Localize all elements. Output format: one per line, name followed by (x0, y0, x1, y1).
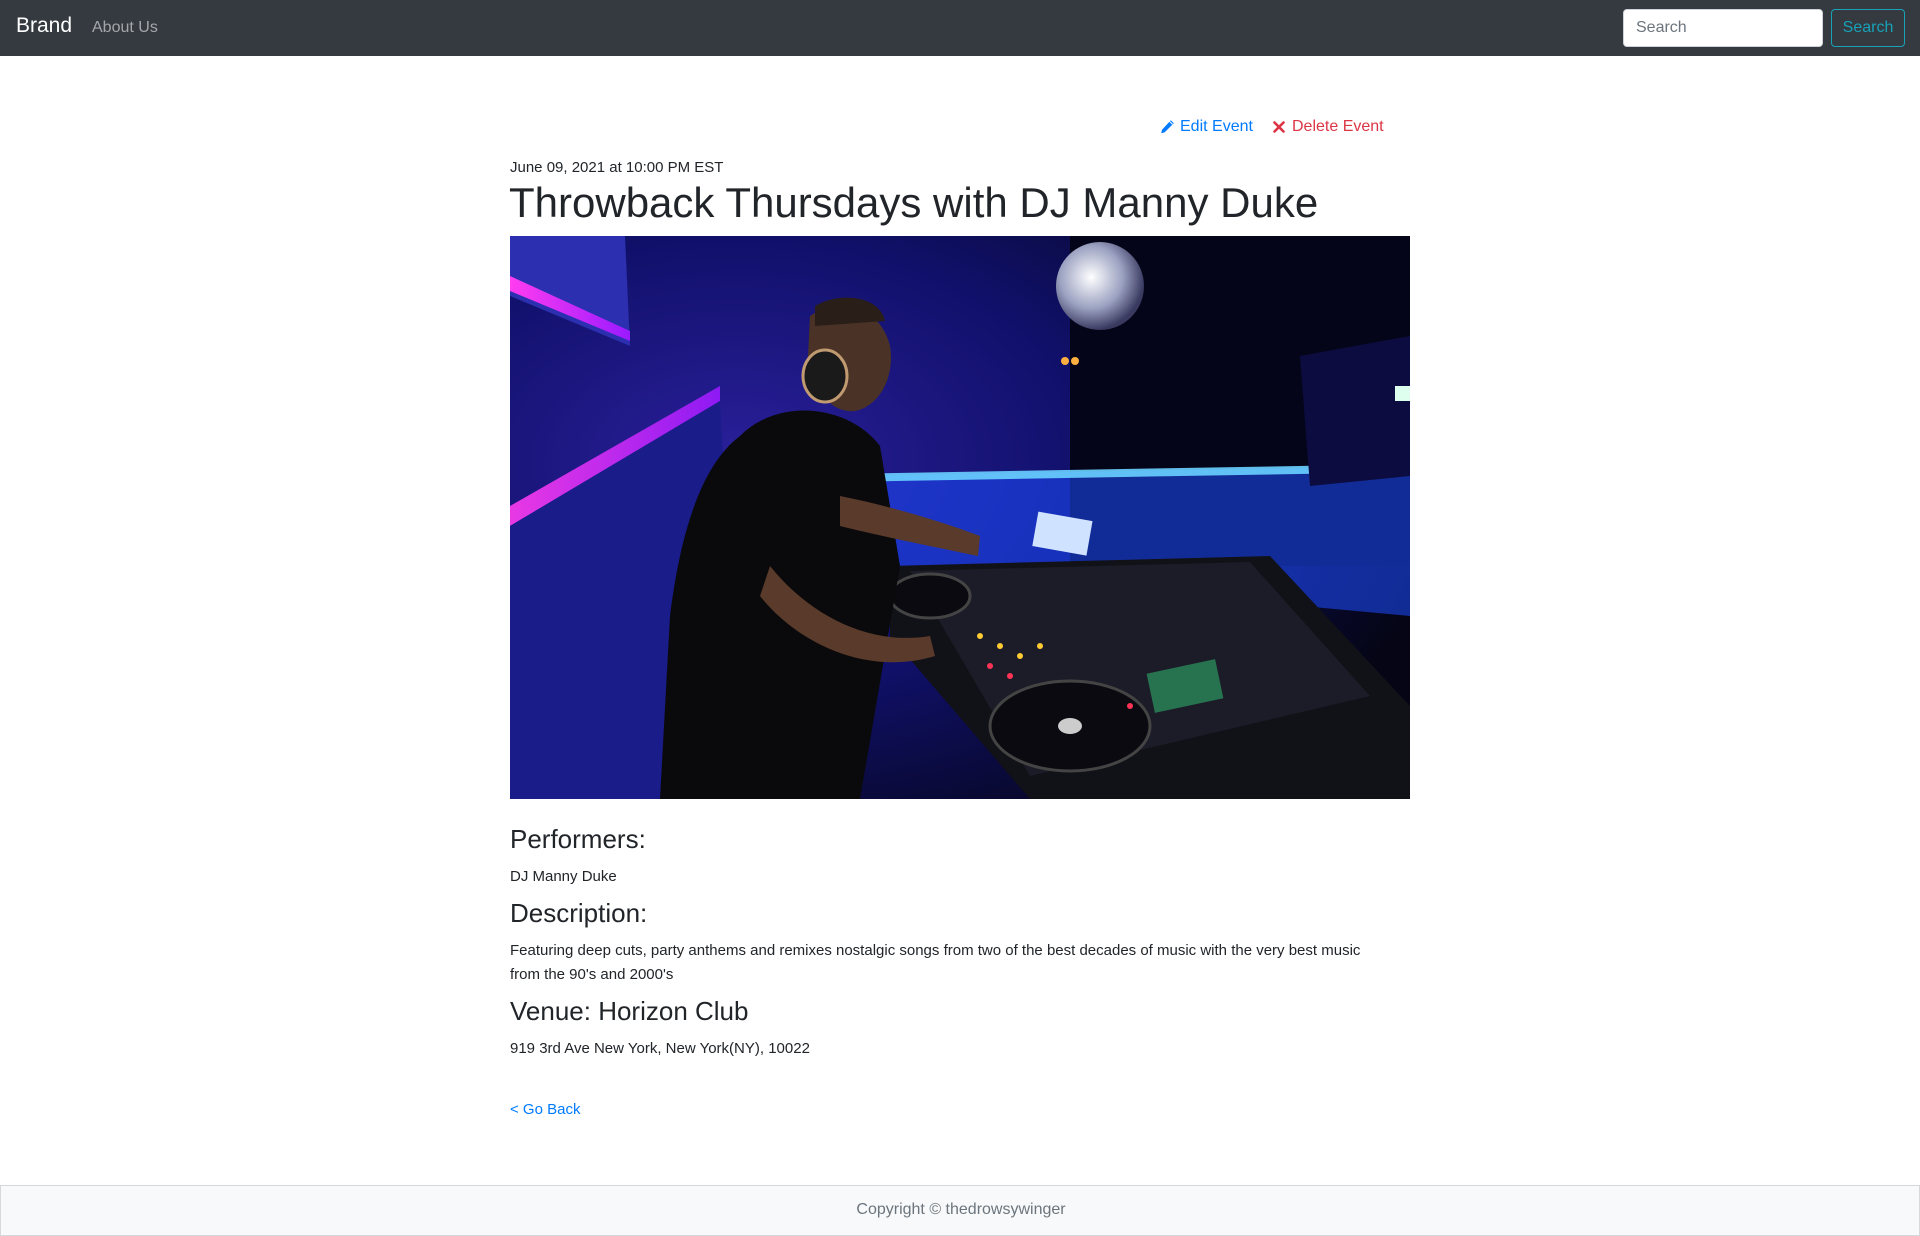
pencil-icon (1159, 119, 1175, 135)
delete-event-label: Delete Event (1292, 118, 1384, 135)
navbar: Brand About Us Search (0, 0, 1920, 56)
search-button[interactable]: Search (1831, 9, 1905, 47)
delete-event-link[interactable]: Delete Event (1271, 118, 1384, 136)
event-datetime: June 09, 2021 at 10:00 PM EST (510, 159, 724, 176)
search-input[interactable] (1623, 9, 1823, 47)
nav-link-about-us[interactable]: About Us (92, 19, 158, 37)
venue-address: 919 3rd Ave New York, New York(NY), 1002… (510, 1040, 810, 1057)
close-icon (1271, 119, 1287, 135)
performers-heading: Performers: (510, 824, 646, 854)
brand-link[interactable]: Brand (16, 14, 72, 38)
event-title: Throwback Thursdays with DJ Manny Duke (509, 179, 1319, 226)
footer-copyright: Copyright © thedrowsywinger (856, 1201, 1066, 1218)
event-image (510, 236, 1410, 799)
description-text: Featuring deep cuts, party anthems and r… (510, 942, 1361, 983)
edit-event-link[interactable]: Edit Event (1159, 118, 1253, 136)
description-heading: Description: (510, 898, 648, 928)
edit-event-label: Edit Event (1180, 118, 1253, 135)
go-back-link[interactable]: < Go Back (510, 1101, 580, 1118)
performers-text: DJ Manny Duke (510, 868, 617, 885)
footer: Copyright © thedrowsywinger (0, 1185, 1920, 1236)
venue-heading: Venue: Horizon Club (510, 996, 749, 1026)
